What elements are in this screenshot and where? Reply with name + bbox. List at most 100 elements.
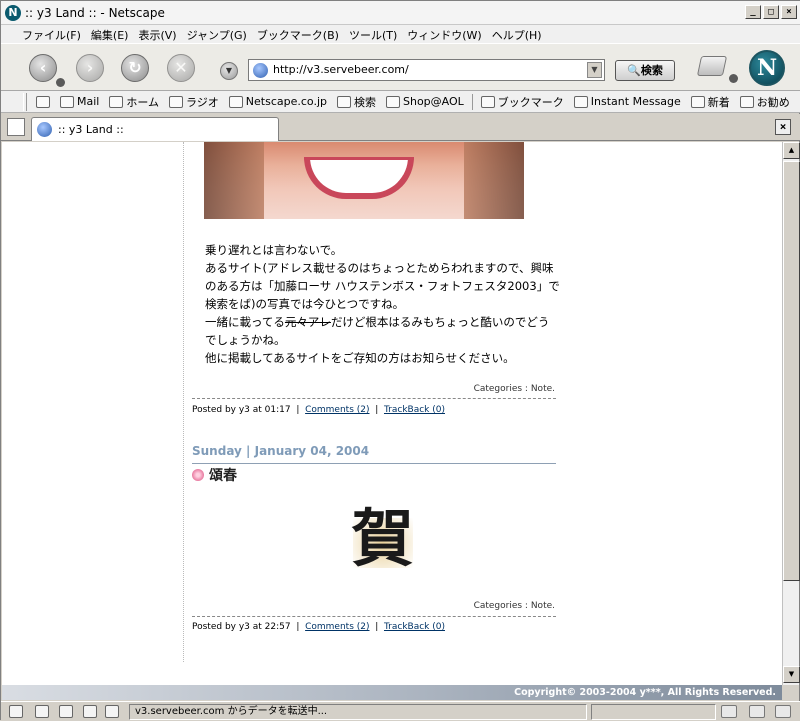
privacy-icon[interactable] [749,705,765,718]
bookmark-mail[interactable]: Mail [55,95,104,108]
menu-view[interactable]: 表示(V) [135,25,183,43]
post-categories[interactable]: Categories : Note. [474,384,555,394]
security-lock-icon[interactable] [775,705,791,718]
bookmark-link-icon [690,95,705,108]
search-button-label: 検索 [640,64,663,77]
vertical-scrollbar[interactable]: ▲ ▼ [782,142,800,685]
menu-go[interactable]: ジャンプ(G) [184,25,254,43]
back-dropdown-icon[interactable] [56,78,65,87]
post-line: 乗り遅れとは言わないで。 [205,243,343,257]
search-button[interactable]: 🔍検索 [615,60,675,81]
smile-image [304,157,414,199]
window-title: :: y3 Land :: - Netscape [25,6,165,20]
scroll-up-icon[interactable]: ▲ [783,142,800,159]
post-line: のある方は「加藤ローサ ハウステンボス・フォトフェスタ2003」で [205,279,560,293]
post-line: 他に掲載してあるサイトをご存知の方はお知らせください。 [205,351,515,365]
close-button[interactable]: × [781,5,797,19]
post-divider [192,616,556,617]
progress-bar [591,704,716,720]
url-bar[interactable]: http://v3.servebeer.com/ ▼ [248,59,605,81]
post-line: あるサイト(アドレス載せるのはちょっとためらわれますので、興味 [205,261,554,275]
navigator-icon[interactable] [9,705,23,718]
trackback-link[interactable]: TrackBack (0) [384,405,445,415]
ga-calligraphy-image: 賀 [351,502,414,575]
bookmark-instant-message[interactable]: Instant Message [569,95,686,108]
status-message: v3.servebeer.com からデータを転送中... [129,704,587,720]
tab-bar: :: y3 Land :: × [1,114,800,141]
address-book-icon[interactable] [105,705,119,718]
bookmark-folder[interactable]: ブックマーク [476,94,569,110]
menu-edit[interactable]: 編集(E) [88,25,136,43]
sidebar-divider [183,142,184,662]
status-bar: v3.servebeer.com からデータを転送中... [1,701,800,721]
date-header: Sunday | January 04, 2004 [192,444,556,464]
menu-help[interactable]: ヘルプ(H) [489,25,549,43]
reload-button[interactable]: ↻ [121,54,149,82]
post-footer: Posted by y3 at 01:17 | Comments (2) | T… [192,405,445,415]
scroll-down-icon[interactable]: ▼ [783,666,800,683]
bookmark-new[interactable]: 新着 [686,94,735,110]
menu-bar: ファイル(F) 編集(E) 表示(V) ジャンプ(G) ブックマーク(B) ツー… [1,25,800,43]
url-dropdown-icon[interactable]: ▼ [587,62,602,78]
bookmark-shop[interactable]: Shop@AOL [381,95,469,108]
toolbar-separator [471,93,473,110]
globe-icon [253,63,268,78]
bookmark-netscape[interactable]: Netscape.co.jp [224,95,332,108]
mail-icon[interactable] [35,705,49,718]
minimize-button[interactable]: _ [745,5,761,19]
bookmark-radio[interactable]: ラジオ [164,94,224,110]
post-line: 検索をば)の写真では今ひとつですね。 [205,297,405,311]
browser-window: N :: y3 Land :: - Netscape _ □ × ファイル(F)… [0,0,800,721]
close-tab-button[interactable]: × [775,119,791,135]
home-icon [109,95,124,108]
bookmark-link-icon [573,95,588,108]
composer-icon[interactable] [83,705,97,718]
mail-icon [60,95,74,108]
maximize-button[interactable]: □ [763,5,779,19]
bookmark-search[interactable]: 検索 [332,94,381,110]
post-categories[interactable]: Categories : Note. [474,601,555,611]
menu-tools[interactable]: ツール(T) [346,25,404,43]
back-button[interactable]: ‹ [29,54,57,82]
post-line: 一緒に載ってる元々アレだけど根本はるみもちょっと酷いのでどう [205,315,550,329]
netscape-logo-icon[interactable]: N [749,50,785,86]
print-icon[interactable] [696,56,728,76]
personal-toolbar: Mail ホーム ラジオ Netscape.co.jp 検索 Shop@AOL … [1,91,800,113]
flower-icon [192,469,204,481]
menu-window[interactable]: ウィンドウ(W) [404,25,488,43]
menu-file[interactable]: ファイル(F) [19,25,88,43]
window-controls: _ □ × [745,5,797,19]
strikethrough-text: 元々アレ [284,315,331,329]
history-dropdown-icon[interactable]: ▼ [220,62,238,80]
comments-link[interactable]: Comments (2) [305,622,369,632]
home-tab-icon[interactable] [31,95,55,108]
scroll-thumb[interactable] [783,161,800,581]
posted-by: Posted by y3 at 01:17 [192,405,291,415]
toolbar-grip[interactable] [23,93,27,111]
aim-icon[interactable] [59,705,73,718]
new-tab-icon[interactable] [7,118,25,136]
stop-button[interactable]: ✕ [167,54,195,82]
globe-icon [37,122,52,137]
bookmark-home[interactable]: ホーム [104,94,164,110]
post-title: 頌春 [209,468,237,484]
page-content: 乗り遅れとは言わないで。 あるサイト(アドレス載せるのはちょっとためらわれますの… [2,142,782,685]
url-text[interactable]: http://v3.servebeer.com/ [273,63,409,76]
aol-icon [386,95,400,108]
trackback-link[interactable]: TrackBack (0) [384,622,445,632]
menu-bookmarks[interactable]: ブックマーク(B) [254,25,346,43]
tab-y3-land[interactable]: :: y3 Land :: [31,117,279,141]
forward-button[interactable]: › [76,54,104,82]
print-dropdown-icon[interactable] [729,74,738,83]
posted-by: Posted by y3 at 22:57 [192,622,291,632]
online-status-icon[interactable] [721,705,737,718]
netscape-icon: N [5,5,21,21]
magnifier-icon [337,95,351,108]
post-divider [192,398,556,399]
bookmark-link-icon [739,95,754,108]
post-photo [204,142,524,219]
navigation-toolbar: ‹ › ↻ ✕ ▼ http://v3.servebeer.com/ ▼ 🔍検索… [1,43,800,91]
headphones-icon [169,95,184,108]
comments-link[interactable]: Comments (2) [305,405,369,415]
bookmark-recommend[interactable]: お勧め [735,94,795,110]
